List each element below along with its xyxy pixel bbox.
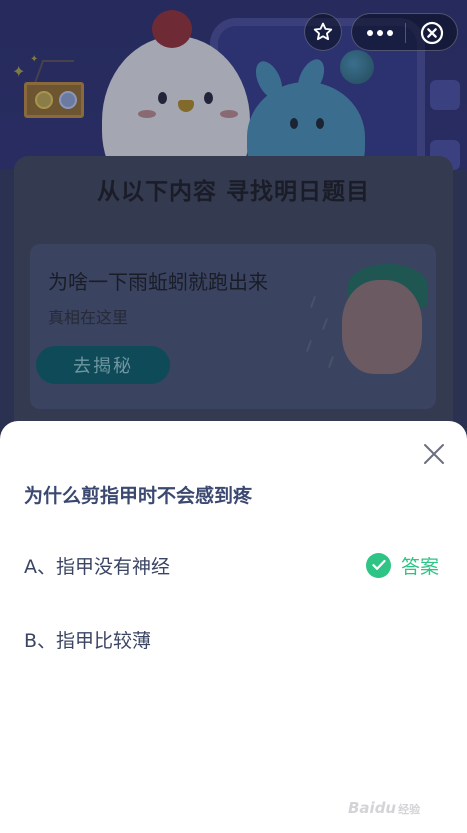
- watermark-suffix: 经验: [398, 803, 421, 816]
- sparkle-icon: ✦: [30, 54, 39, 65]
- frame-slot: [430, 80, 460, 110]
- more-dots-icon: [367, 30, 393, 36]
- close-program-button[interactable]: [414, 18, 450, 48]
- question-title: 为什么剪指甲时不会感到疼: [24, 485, 253, 507]
- chick-cheek: [220, 110, 238, 118]
- option-a[interactable]: A、指甲没有神经 答案: [0, 543, 467, 587]
- capsule-menu: [351, 13, 458, 51]
- topic-subtitle: 真相在这里: [48, 308, 129, 327]
- favorite-button[interactable]: [304, 13, 342, 51]
- capsule-divider: [405, 23, 406, 43]
- medal-icon: [59, 91, 77, 109]
- option-label: A、指甲没有神经: [24, 556, 170, 578]
- circle-close-icon: [420, 21, 444, 45]
- watermark: Baidu 经验: [348, 799, 420, 817]
- sparkle-icon: ✦: [12, 62, 26, 81]
- medal-icon: [35, 91, 53, 109]
- chick-comb: [152, 10, 192, 48]
- owl-mascot: [342, 280, 422, 374]
- blob-eye: [290, 118, 298, 129]
- medal-board-illustration: [24, 82, 84, 118]
- answer-badge: 答案: [366, 552, 439, 578]
- close-x-icon: [424, 444, 444, 464]
- chick-eye: [158, 92, 167, 104]
- more-button[interactable]: [360, 18, 400, 48]
- chick-cheek: [138, 110, 156, 118]
- sheet-close-button[interactable]: [420, 440, 448, 468]
- answer-sheet: 为什么剪指甲时不会感到疼 A、指甲没有神经 答案 B、指甲比较薄 Baidu 经验: [0, 421, 467, 833]
- reveal-button[interactable]: 去揭秘: [36, 346, 170, 384]
- blob-eye: [316, 118, 324, 129]
- planet-icon: [340, 50, 374, 84]
- star-outline-icon: [313, 22, 333, 41]
- topic-title: 为啥一下雨蚯蚓就跑出来: [48, 270, 268, 294]
- banner-title: 从以下内容 寻找明日题目: [96, 179, 370, 205]
- chick-eye: [204, 92, 213, 104]
- option-b[interactable]: B、指甲比较薄: [0, 617, 467, 661]
- check-circle: [366, 552, 391, 578]
- answer-label: 答案: [401, 555, 440, 578]
- watermark-text: Baidu: [348, 799, 397, 817]
- medal-string: [33, 60, 75, 84]
- check-icon: [371, 559, 386, 570]
- option-label: B、指甲比较薄: [24, 630, 152, 652]
